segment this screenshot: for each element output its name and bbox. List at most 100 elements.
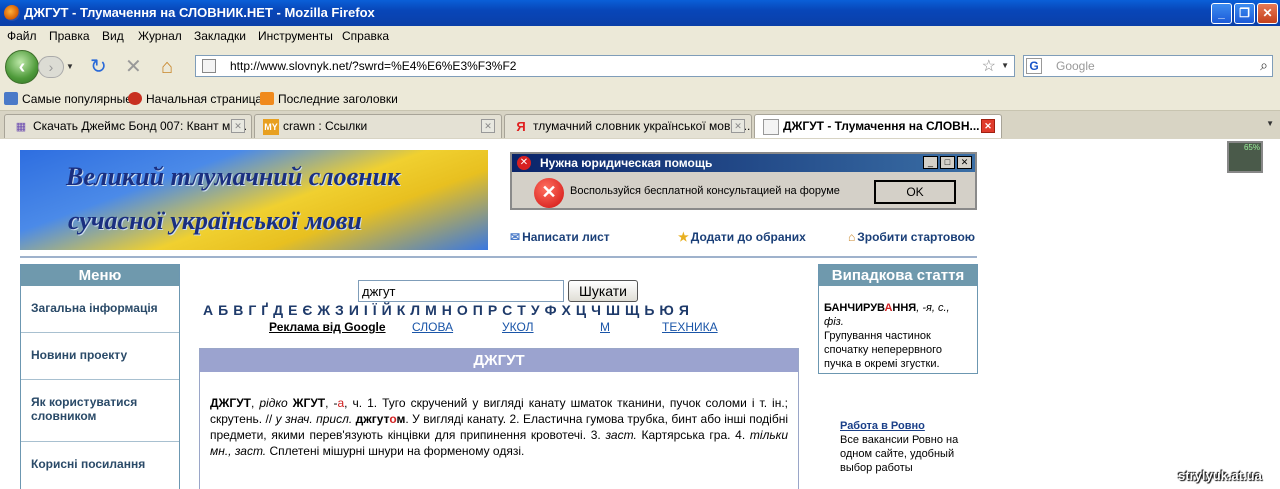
- history-dropdown-icon[interactable]: ▼: [66, 62, 74, 71]
- menu-file[interactable]: Файл: [7, 29, 37, 43]
- alphabet-letter[interactable]: У: [531, 302, 540, 318]
- tab-close-icon[interactable]: ✕: [731, 119, 745, 133]
- google-icon[interactable]: G: [1026, 58, 1042, 74]
- alphabet-letter[interactable]: В: [233, 302, 243, 318]
- set-homepage-label: Зробити стартовою: [857, 230, 976, 244]
- close-button[interactable]: ✕: [1257, 3, 1278, 24]
- write-letter-link[interactable]: ✉ Написати лист: [510, 230, 610, 244]
- alphabet-letter[interactable]: Й: [382, 302, 392, 318]
- alphabet-letter[interactable]: І: [364, 302, 368, 318]
- add-favorites-link[interactable]: ★ Додати до обраних: [678, 230, 806, 244]
- random-article-body[interactable]: БАНЧИРУВАННЯ, -я, с., фіз. Групування час…: [819, 286, 977, 371]
- alphabet-letter[interactable]: Ї: [373, 302, 377, 318]
- alphabet-letter[interactable]: Ю: [659, 302, 673, 318]
- search-bar[interactable]: G Google ⌕: [1023, 55, 1273, 77]
- forward-button[interactable]: ›: [38, 56, 64, 78]
- envelope-icon: ✉: [510, 230, 521, 244]
- alphabet-letter[interactable]: Є: [302, 302, 312, 318]
- firefox-icon: [4, 5, 20, 21]
- alphabet-letter[interactable]: Д: [273, 302, 283, 318]
- bookmark-most-visited[interactable]: Самые популярные: [4, 92, 132, 106]
- alphabet-letter[interactable]: Х: [562, 302, 571, 318]
- alphabet-letter[interactable]: Р: [488, 302, 497, 318]
- stop-icon[interactable]: ✕: [125, 56, 142, 78]
- header-divider: [20, 256, 977, 258]
- alphabet-letter[interactable]: Г: [248, 302, 256, 318]
- alphabet-letter[interactable]: Б: [218, 302, 228, 318]
- alphabet-letter[interactable]: М: [425, 302, 437, 318]
- alphabet-letter[interactable]: С: [502, 302, 512, 318]
- alphabet-letter[interactable]: Ь: [644, 302, 654, 318]
- menu-view[interactable]: Вид: [102, 29, 124, 43]
- menu-item-how-to-use[interactable]: Як користуватися словником: [21, 380, 179, 442]
- back-button[interactable]: ‹: [5, 50, 39, 84]
- url-bar[interactable]: http://www.slovnyk.net/?swrd=%E4%E6%E3%F…: [195, 55, 1015, 77]
- ad-ok-button[interactable]: OK: [874, 180, 956, 204]
- alphabet-letter[interactable]: Ґ: [261, 302, 268, 318]
- tab-close-icon[interactable]: ✕: [981, 119, 995, 133]
- set-homepage-link[interactable]: ⌂ Зробити стартовою: [848, 230, 975, 244]
- menu-item-useful-links[interactable]: Корисні посилання: [21, 442, 179, 489]
- tab-list-icon[interactable]: ▼: [1266, 119, 1274, 128]
- menu-edit[interactable]: Правка: [49, 29, 90, 43]
- ad-link-m[interactable]: М: [600, 320, 610, 334]
- home-icon[interactable]: ⌂: [161, 56, 173, 78]
- alphabet-letter[interactable]: Т: [517, 302, 526, 318]
- side-menu: Меню Загальна інформація Новини проекту …: [20, 264, 180, 489]
- rss-icon: [260, 92, 274, 105]
- search-magnifier-icon[interactable]: ⌕: [1260, 57, 1268, 74]
- bookmark-getting-started[interactable]: Начальная страница: [128, 92, 262, 106]
- menu-tools[interactable]: Инструменты: [258, 29, 333, 43]
- site-banner[interactable]: Великий тлумачний словник сучасної украї…: [20, 150, 488, 250]
- alphabet-letter[interactable]: П: [473, 302, 483, 318]
- tab-dzhgut[interactable]: ДЖГУТ - Тлумачення на СЛОВН... ✕: [754, 114, 1002, 138]
- ad-link-tekhnika[interactable]: ТЕХНИКА: [662, 320, 718, 334]
- search-button[interactable]: Шукати: [568, 280, 638, 302]
- ad-link-slova[interactable]: СЛОВА: [412, 320, 453, 334]
- my-favicon-icon: MY: [263, 119, 279, 135]
- search-input[interactable]: джгут: [358, 280, 564, 302]
- alphabet-letter[interactable]: А: [203, 302, 213, 318]
- alphabet-letter[interactable]: Н: [442, 302, 452, 318]
- tab-close-icon[interactable]: ✕: [481, 119, 495, 133]
- article-text-5: Картярська гра. 4.: [636, 428, 750, 442]
- tab-crawn[interactable]: MY crawn : Ссылки ✕: [254, 114, 502, 138]
- maximize-button[interactable]: ❐: [1234, 3, 1255, 24]
- ad-dialog-banner[interactable]: ✕ Нужна юридическая помощь _ □ ✕ ✕ Воспо…: [510, 152, 977, 210]
- alphabet-letter[interactable]: Ж: [317, 302, 330, 318]
- alphabet-letter[interactable]: Ф: [545, 302, 557, 318]
- tab-james-bond[interactable]: ▦ Скачать Джеймс Бонд 007: Квант ми... ✕: [4, 114, 252, 138]
- traffic-meter-widget: 65%: [1227, 141, 1263, 173]
- page-favicon-icon: [763, 119, 779, 135]
- star-bookmark-icon[interactable]: ☆: [982, 56, 996, 76]
- minimize-button[interactable]: _: [1211, 3, 1232, 24]
- alphabet-letter[interactable]: Щ: [625, 302, 639, 318]
- alphabet-letter[interactable]: Ш: [606, 302, 620, 318]
- tab-close-icon[interactable]: ✕: [231, 119, 245, 133]
- alphabet-letter[interactable]: О: [457, 302, 468, 318]
- article-headword: ДЖГУТ: [210, 396, 251, 410]
- menu-help[interactable]: Справка: [342, 29, 389, 43]
- url-dropdown-icon[interactable]: ▼: [1001, 61, 1009, 70]
- bookmark-latest-headlines[interactable]: Последние заголовки: [260, 92, 398, 106]
- menu-item-general-info[interactable]: Загальна інформація: [21, 286, 179, 333]
- alphabet-letter[interactable]: Ч: [591, 302, 601, 318]
- menu-item-project-news[interactable]: Новини проекту: [21, 333, 179, 380]
- google-ads-label[interactable]: Реклама від Google: [269, 320, 386, 334]
- tab-dictionary[interactable]: Я тлумачний словник української мови ...…: [504, 114, 752, 138]
- job-ad-title[interactable]: Работа в Ровно: [840, 419, 960, 433]
- menu-history[interactable]: Журнал: [138, 29, 182, 43]
- alphabet-letter[interactable]: К: [397, 302, 406, 318]
- alphabet-letter[interactable]: Я: [679, 302, 689, 318]
- alphabet-letter[interactable]: Л: [410, 302, 420, 318]
- alphabet-letter[interactable]: Е: [288, 302, 297, 318]
- ad-link-ukol[interactable]: УКОЛ: [502, 320, 534, 334]
- alphabet-letter[interactable]: Ц: [576, 302, 586, 318]
- write-letter-label: Написати лист: [522, 230, 610, 244]
- alphabet-letter[interactable]: З: [335, 302, 344, 318]
- search-placeholder: Google: [1056, 59, 1095, 73]
- alphabet-letter[interactable]: И: [349, 302, 359, 318]
- page-icon: [202, 59, 216, 73]
- menu-bookmarks[interactable]: Закладки: [194, 29, 246, 43]
- reload-icon[interactable]: ↻: [90, 56, 107, 78]
